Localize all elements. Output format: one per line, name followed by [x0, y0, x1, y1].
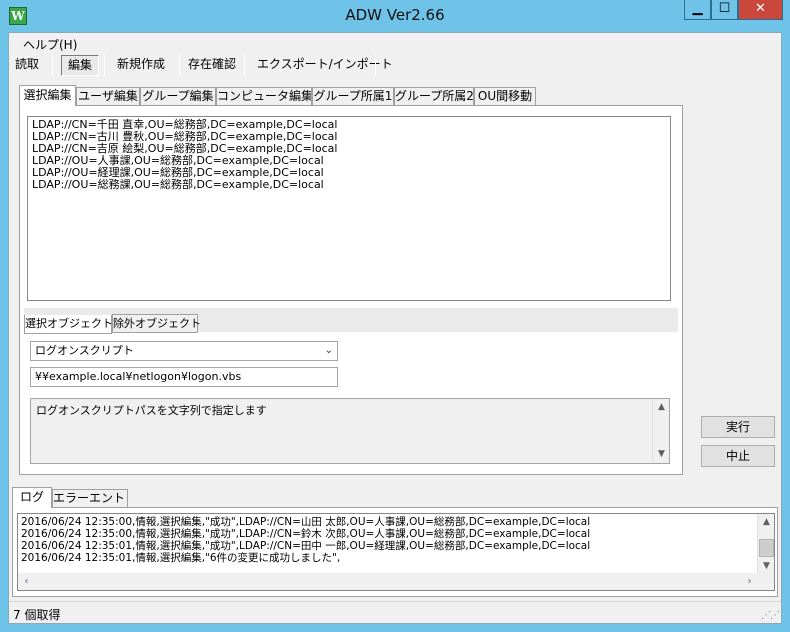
title-bar[interactable]: W ADW Ver2.66 ▁ ☐ ✕ [0, 0, 790, 32]
scroll-thumb[interactable] [759, 539, 774, 557]
ldap-object-list[interactable]: LDAP://CN=千田 直幸,OU=総務部,DC=example,DC=loc… [27, 116, 671, 301]
tab-log[interactable]: ログ [12, 487, 52, 508]
export-import-button[interactable]: エクスポート/インポート [251, 55, 399, 76]
tab-select-edit[interactable]: 選択編集 [19, 85, 76, 106]
window-title: ADW Ver2.66 [345, 6, 445, 24]
select-edit-panel: LDAP://CN=千田 直幸,OU=総務部,DC=example,DC=loc… [19, 105, 683, 475]
main-tab-strip: 選択編集 ユーザ編集 グループ編集 コンピュータ編集 グループ所属1 グループ所… [19, 85, 689, 106]
maximize-button[interactable]: ☐ [711, 0, 738, 20]
menu-help[interactable]: ヘルプ(H) [23, 36, 77, 53]
toolbar: 読取 編集 新規作成 存在確認 エクスポート/インポート [9, 53, 781, 77]
menu-bar: ヘルプ(H) [9, 33, 781, 53]
ldap-object: LDAP://OU=総務課,OU=総務部,DC=example,DC=local [32, 178, 324, 191]
toolbar-separator [179, 55, 180, 75]
read-button[interactable]: 読取 [9, 55, 45, 76]
description-text: ログオンスクリプトパスを文字列で指定します [36, 404, 267, 417]
object-tabs: 選択オブジェクト 除外オブジェクト [24, 312, 264, 334]
log-vertical-scrollbar[interactable]: ▲ ▼ [757, 514, 774, 575]
log-list[interactable]: 2016/06/24 12:35:00,情報,選択編集,"成功",LDAP://… [17, 513, 775, 591]
close-button[interactable]: ✕ [738, 0, 783, 20]
run-button[interactable]: 実行 [701, 416, 775, 438]
logon-script-path-input[interactable]: ¥¥example.local¥netlogon¥logon.vbs [30, 367, 338, 387]
tab-selected-objects[interactable]: 選択オブジェクト [24, 315, 113, 334]
new-button[interactable]: 新規作成 [111, 55, 171, 76]
log-line: 2016/06/24 12:35:01,情報,選択編集,"6件の変更に成功しまし… [21, 552, 341, 564]
log-horizontal-scrollbar[interactable]: ‹ › [18, 573, 758, 590]
status-text: 7 個取得 [13, 608, 61, 622]
stop-button[interactable]: 中止 [701, 445, 775, 467]
tab-error-entries[interactable]: エラーエントリ [52, 489, 128, 507]
tab-excluded-objects[interactable]: 除外オブジェクト [112, 314, 201, 333]
scroll-down-icon[interactable]: ▼ [653, 446, 670, 463]
tab-group-edit[interactable]: グループ編集 [140, 87, 216, 105]
log-lines: 2016/06/24 12:35:00,情報,選択編集,"成功",LDAP://… [21, 516, 756, 572]
minimize-button[interactable]: ▁ [684, 0, 711, 20]
client-area: ヘルプ(H) 読取 編集 新規作成 存在確認 エクスポート/インポート 選択編集… [8, 32, 782, 624]
tab-group-membership-2[interactable]: グループ所属2 [394, 87, 474, 105]
scroll-right-icon[interactable]: › [741, 573, 758, 590]
toolbar-separator [244, 55, 245, 75]
app-window: W ADW Ver2.66 ▁ ☐ ✕ ヘルプ(H) 読取 編集 新規作成 存在… [0, 0, 790, 632]
edit-button[interactable]: 編集 [61, 55, 100, 76]
description-scrollbar[interactable]: ▲ ▼ [652, 399, 669, 463]
scroll-up-icon[interactable]: ▲ [653, 399, 670, 416]
exists-check-button[interactable]: 存在確認 [182, 55, 242, 76]
chevron-down-icon[interactable]: ⌄ [325, 342, 333, 360]
status-bar: 7 個取得 ⋰⋰ [9, 601, 781, 623]
scroll-up-icon[interactable]: ▲ [758, 514, 775, 531]
toolbar-separator [104, 55, 105, 75]
attribute-description: ログオンスクリプトパスを文字列で指定します ▲ ▼ [30, 398, 670, 464]
log-panel: 2016/06/24 12:35:00,情報,選択編集,"成功",LDAP://… [12, 507, 778, 597]
tab-computer-edit[interactable]: コンピュータ編集 [216, 87, 312, 105]
log-line: 2016/06/24 12:35:00,情報,選択編集,"成功",LDAP://… [21, 516, 591, 528]
toolbar-separator [52, 55, 53, 75]
tab-user-edit[interactable]: ユーザ編集 [76, 87, 140, 105]
attribute-select[interactable]: ログオンスクリプト ⌄ [30, 341, 338, 361]
scroll-left-icon[interactable]: ‹ [18, 573, 35, 590]
tab-ou-move[interactable]: OU間移動 [474, 87, 536, 105]
tab-group-membership-1[interactable]: グループ所属1 [312, 87, 394, 105]
scroll-corner [757, 573, 774, 590]
log-line: 2016/06/24 12:35:00,情報,選択編集,"成功",LDAP://… [21, 528, 591, 540]
attribute-select-value: ログオンスクリプト [35, 344, 134, 357]
resize-grip-icon[interactable]: ⋰⋰ [761, 610, 780, 621]
toolbar-separator [375, 55, 376, 75]
log-line: 2016/06/24 12:35:01,情報,選択編集,"成功",LDAP://… [21, 540, 591, 552]
log-tab-strip: ログ エラーエントリ [12, 487, 152, 508]
